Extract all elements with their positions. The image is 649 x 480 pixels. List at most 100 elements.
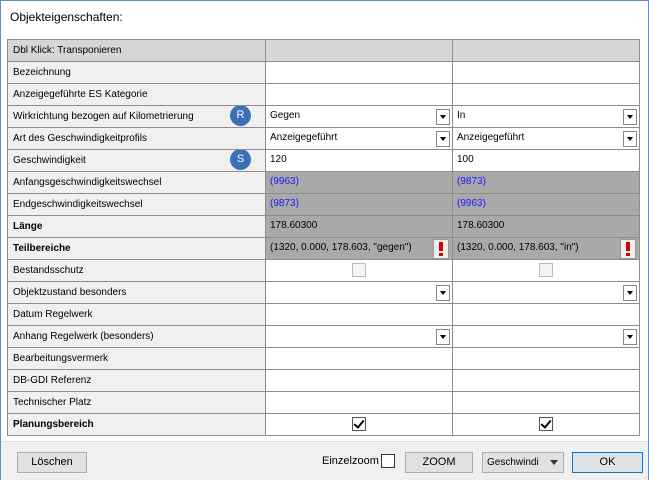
value-cell — [265, 259, 453, 282]
table-row: Technischer Platz — [7, 391, 640, 414]
chevron-down-icon[interactable] — [436, 109, 450, 125]
row-label: Geschwindigkeit S — [7, 149, 266, 172]
row-label: Bezeichnung — [7, 61, 266, 84]
speed-value: 120 — [270, 154, 287, 165]
row-label: Anhang Regelwerk (besonders) — [7, 325, 266, 348]
value-cell[interactable] — [265, 83, 453, 106]
value-cell[interactable]: (9963) — [265, 171, 453, 194]
bestandsschutz-checkbox[interactable] — [539, 263, 553, 277]
table-row: Bearbeitungsvermerk — [7, 347, 640, 370]
column-header-2[interactable] — [452, 39, 640, 62]
subrange-value: (1320, 0.000, 178.603, "gegen") — [270, 242, 412, 253]
value-cell[interactable] — [452, 347, 640, 370]
value-dropdown[interactable] — [452, 325, 640, 348]
ok-button[interactable]: OK — [572, 452, 643, 473]
value-cell — [452, 413, 640, 436]
chevron-down-icon[interactable] — [623, 285, 637, 301]
value-cell[interactable]: 120 — [265, 149, 453, 172]
chevron-down-icon[interactable] — [436, 329, 450, 345]
value-cell[interactable] — [452, 61, 640, 84]
chevron-down-icon — [550, 460, 558, 465]
dropdown-value: In — [457, 110, 466, 121]
bestandsschutz-checkbox[interactable] — [352, 263, 366, 277]
value-cell[interactable]: (9963) — [452, 193, 640, 216]
value-cell[interactable] — [265, 303, 453, 326]
row-label: Länge — [7, 215, 266, 238]
value-cell[interactable] — [265, 369, 453, 392]
object-link[interactable]: (9873) — [270, 198, 299, 209]
subrange-value: (1320, 0.000, 178.603, "in") — [457, 242, 579, 253]
table-row: Anzeigegeführte ES Kategorie — [7, 83, 640, 106]
dialog-footer: Löschen Einzelzoom ZOOM Geschwindi OK — [1, 441, 648, 480]
value-cell[interactable] — [452, 391, 640, 414]
object-link[interactable]: (9963) — [457, 198, 486, 209]
value-cell[interactable] — [452, 303, 640, 326]
value-cell[interactable] — [265, 391, 453, 414]
value-cell[interactable] — [452, 369, 640, 392]
planungsbereich-checkbox[interactable] — [539, 417, 553, 431]
dropdown-value: Gegen — [270, 110, 301, 121]
value-cell[interactable]: (9873) — [265, 193, 453, 216]
object-link[interactable]: (9963) — [270, 176, 299, 187]
chevron-down-icon[interactable] — [436, 285, 450, 301]
column-header-1[interactable] — [265, 39, 453, 62]
table-row: Bezeichnung — [7, 61, 640, 84]
table-row: Länge 178.60300 178.60300 — [7, 215, 640, 238]
warning-icon[interactable] — [620, 239, 636, 259]
table-row: Geschwindigkeit S 120 100 — [7, 149, 640, 172]
chevron-down-icon[interactable] — [623, 329, 637, 345]
row-label: Endgeschwindigkeitswechsel — [7, 193, 266, 216]
length-value: 178.60300 — [270, 220, 318, 231]
value-cell[interactable]: 100 — [452, 149, 640, 172]
value-dropdown[interactable]: In — [452, 105, 640, 128]
row-label: Bearbeitungsvermerk — [7, 347, 266, 370]
table-row: Teilbereiche (1320, 0.000, 178.603, "geg… — [7, 237, 640, 260]
table-row: Bestandsschutz — [7, 259, 640, 282]
value-dropdown[interactable] — [452, 281, 640, 304]
value-cell[interactable] — [265, 61, 453, 84]
object-link[interactable]: (9873) — [457, 176, 486, 187]
profile-select-value: Geschwindi — [487, 457, 539, 468]
table-row: Wirkrichtung bezogen auf Kilometrierung … — [7, 105, 640, 128]
value-dropdown[interactable] — [265, 325, 453, 348]
zoom-button[interactable]: ZOOM — [405, 452, 473, 473]
value-dropdown[interactable] — [265, 281, 453, 304]
value-dropdown[interactable]: Anzeigegeführt — [265, 127, 453, 150]
value-cell[interactable] — [452, 83, 640, 106]
table-row: Planungsbereich — [7, 413, 640, 436]
value-dropdown[interactable]: Anzeigegeführt — [452, 127, 640, 150]
table-row: Endgeschwindigkeitswechsel (9873) (9963) — [7, 193, 640, 216]
value-cell[interactable] — [265, 347, 453, 370]
properties-grid: Dbl Klick: Transponieren Bezeichnung Anz… — [7, 39, 640, 436]
value-cell: 178.60300 — [265, 215, 453, 238]
table-row: DB-GDI Referenz — [7, 369, 640, 392]
row-label: Art des Geschwindigkeitprofils — [7, 127, 266, 150]
chevron-down-icon[interactable] — [623, 131, 637, 147]
row-label: Planungsbereich — [7, 413, 266, 436]
chevron-down-icon[interactable] — [623, 109, 637, 125]
s-badge-icon: S — [230, 150, 251, 170]
planungsbereich-checkbox[interactable] — [352, 417, 366, 431]
dropdown-value: Anzeigegeführt — [457, 132, 525, 143]
length-value: 178.60300 — [457, 220, 505, 231]
dialog-title: Objekteigenschaften: — [10, 10, 123, 24]
value-cell[interactable]: (9873) — [452, 171, 640, 194]
chevron-down-icon[interactable] — [436, 131, 450, 147]
properties-dialog: Objekteigenschaften: Dbl Klick: Transpon… — [0, 0, 649, 480]
value-cell: (1320, 0.000, 178.603, "in") — [452, 237, 640, 260]
einzelzoom-label: Einzelzoom — [322, 455, 379, 467]
value-dropdown[interactable]: Gegen — [265, 105, 453, 128]
table-row: Objektzustand besonders — [7, 281, 640, 304]
row-label: Anfangsgeschwindigkeitswechsel — [7, 171, 266, 194]
value-cell — [452, 259, 640, 282]
table-row: Datum Regelwerk — [7, 303, 640, 326]
einzelzoom-checkbox[interactable] — [381, 454, 395, 468]
r-badge-icon: R — [230, 106, 251, 126]
row-label: Teilbereiche — [7, 237, 266, 260]
profile-select[interactable]: Geschwindi — [482, 452, 564, 473]
delete-button[interactable]: Löschen — [17, 452, 87, 473]
row-label-text: Wirkrichtung bezogen auf Kilometrierung — [13, 111, 194, 122]
warning-icon[interactable] — [433, 239, 449, 259]
value-cell: (1320, 0.000, 178.603, "gegen") — [265, 237, 453, 260]
row-label: Anzeigegeführte ES Kategorie — [7, 83, 266, 106]
